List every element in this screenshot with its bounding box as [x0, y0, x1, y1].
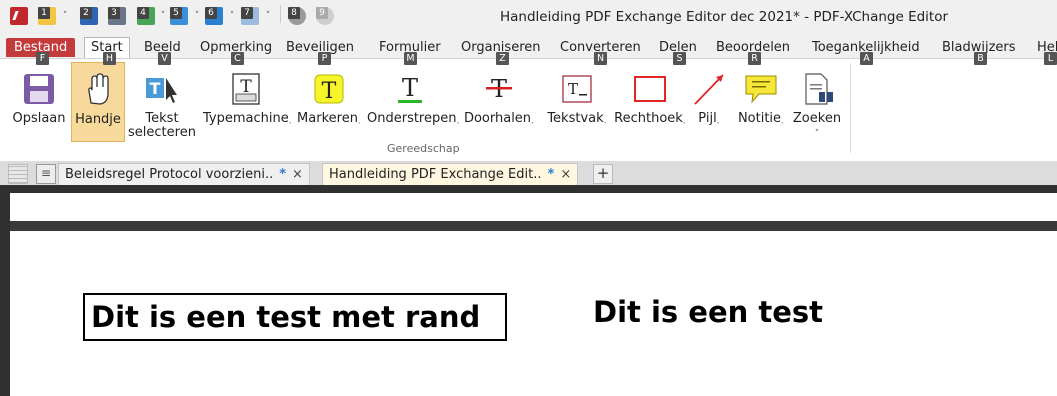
- keytip-toegankelijkheid: A: [860, 52, 873, 65]
- tab-menu-icon[interactable]: ≡: [36, 164, 56, 184]
- highlight-button[interactable]: T Markeren˯: [294, 62, 364, 140]
- qat-dropdown-arrow-icon[interactable]: ˅: [192, 5, 202, 27]
- plain-text-line[interactable]: Dit is een test: [593, 295, 823, 329]
- qat-separator: [280, 5, 281, 23]
- rectangle-icon: [634, 76, 666, 102]
- document-viewer[interactable]: [0, 185, 1057, 396]
- qat-dropdown-arrow-icon[interactable]: ˅: [227, 5, 237, 27]
- dropdown-arrow-icon[interactable]: ˯: [781, 115, 784, 125]
- dropdown-arrow-icon[interactable]: ˯: [604, 115, 607, 125]
- note-button[interactable]: Notitie˯: [732, 62, 790, 140]
- keytip-beveiligen: P: [318, 52, 331, 65]
- arrow-icon: [694, 74, 724, 105]
- app-logo-icon[interactable]: [7, 5, 31, 27]
- new-tab-button[interactable]: +: [593, 164, 613, 184]
- pdf-page-previous[interactable]: [12, 193, 1057, 221]
- qat-button-9[interactable]: 9: [316, 5, 334, 27]
- typewriter-button[interactable]: T Typemachine˯: [203, 62, 292, 140]
- hand-tool-button[interactable]: Handje: [71, 62, 125, 142]
- ribbon-tab-bar: Bestand Start Beeld Opmerking Beveiligen…: [0, 36, 1057, 65]
- keytip-bestand: F: [36, 52, 49, 65]
- bordered-text-annotation[interactable]: Dit is een test met rand: [83, 293, 507, 341]
- ribbon-panel: Opslaan Handje T Tekst selecteren T Type…: [0, 58, 1057, 163]
- svg-text:T: T: [568, 80, 578, 98]
- underline-icon: T: [398, 74, 422, 103]
- close-tab-icon[interactable]: ×: [292, 167, 303, 182]
- document-tab-bar: ≡ Beleidsregel Protocol voorzieni.. * × Ha…: [0, 161, 1057, 186]
- search-icon: [805, 73, 833, 105]
- dropdown-arrow-icon[interactable]: ˯: [683, 115, 686, 125]
- group-label-gereedschap: Gereedschap: [387, 142, 460, 155]
- keytip-organiseren: Z: [496, 52, 509, 65]
- note-icon: [745, 75, 777, 104]
- open-folder-icon: 1: [38, 7, 56, 25]
- qat-button-5[interactable]: 5: [170, 5, 188, 27]
- viewer-top-border: [10, 185, 1057, 193]
- save-icon: [24, 74, 54, 104]
- dropdown-arrow-icon[interactable]: ˯: [289, 115, 292, 125]
- textbox-icon: T: [562, 75, 592, 103]
- group-separator: [850, 63, 851, 153]
- svg-text:T: T: [402, 74, 418, 102]
- grid-icon[interactable]: [8, 164, 28, 184]
- typewriter-icon: T: [232, 73, 260, 105]
- keytip-start: H: [103, 52, 116, 65]
- window-title: Handleiding PDF Exchange Editor dec 2021…: [500, 9, 949, 25]
- new-document-icon: 4: [137, 7, 155, 25]
- keytip-beoordelen: R: [748, 52, 761, 65]
- qat-dropdown-arrow-icon[interactable]: ˅: [263, 5, 273, 27]
- doc-tab-handleiding[interactable]: Handleiding PDF Exchange Edit.. * ×: [322, 163, 579, 186]
- dropdown-arrow-icon[interactable]: ˅: [815, 129, 820, 139]
- forward-icon: 9: [316, 7, 334, 25]
- qat-button-7[interactable]: 7: [241, 5, 259, 27]
- keytip-opmerking: C: [231, 52, 244, 65]
- redo-icon: 7: [241, 7, 259, 25]
- doc-tab-beleidsregel[interactable]: Beleidsregel Protocol voorzieni.. * ×: [58, 163, 310, 186]
- save-button[interactable]: Opslaan: [8, 62, 70, 140]
- textbox-button[interactable]: T Tekstvak˯: [543, 62, 611, 140]
- rectangle-button[interactable]: Rechthoek˯: [613, 62, 687, 140]
- back-icon: 8: [288, 7, 306, 25]
- strikeout-button[interactable]: T Doorhalen˯: [458, 62, 540, 140]
- viewer-left-border: [0, 185, 10, 396]
- dropdown-arrow-icon[interactable]: ˯: [531, 115, 534, 125]
- underline-button[interactable]: T Onderstrepen˯: [367, 62, 459, 140]
- qat-dropdown-arrow-icon[interactable]: ˅: [60, 5, 70, 27]
- qat-button-2[interactable]: 2: [80, 5, 98, 27]
- strikeout-icon: T: [486, 75, 512, 103]
- svg-text:T: T: [150, 79, 161, 98]
- select-text-icon: T: [146, 78, 177, 103]
- title-bar: 1 ˅ 2 3 4 ˅ 5 ˅ 6 ˅ 7 ˅ 8 9 Handleiding …: [0, 0, 1057, 36]
- keytip-bladwijzers: B: [974, 52, 987, 65]
- highlight-icon: T: [314, 74, 344, 104]
- keytip-help: L: [1044, 52, 1057, 65]
- qat-button-8[interactable]: 8: [288, 5, 306, 27]
- save-icon: 2: [80, 7, 98, 25]
- keytip-beeld: V: [158, 52, 171, 65]
- dropdown-arrow-icon[interactable]: ˯: [717, 115, 720, 125]
- print-icon: 3: [108, 7, 126, 25]
- svg-text:T: T: [322, 79, 337, 104]
- qat-button-4[interactable]: 4: [137, 5, 155, 27]
- dropdown-arrow-icon[interactable]: ˯: [358, 115, 361, 125]
- hand-icon: [88, 73, 109, 105]
- keytip-converteren: N: [594, 52, 607, 65]
- undo-icon: 6: [205, 7, 223, 25]
- qat-button-3[interactable]: 3: [108, 5, 126, 27]
- select-text-button[interactable]: T Tekst selecteren: [126, 62, 198, 140]
- qat-dropdown-arrow-icon[interactable]: ˅: [158, 5, 168, 27]
- arrow-button[interactable]: Pijl˯: [689, 62, 729, 140]
- qat-button-1[interactable]: 1: [38, 5, 56, 27]
- comment-icon: 5: [170, 7, 188, 25]
- search-button[interactable]: Zoeken ˅: [792, 62, 842, 140]
- qat-button-6[interactable]: 6: [205, 5, 223, 27]
- keytip-formulier: M: [404, 52, 417, 65]
- page-gap: [10, 221, 1057, 231]
- close-tab-icon[interactable]: ×: [560, 167, 571, 182]
- keytip-delen: S: [673, 52, 686, 65]
